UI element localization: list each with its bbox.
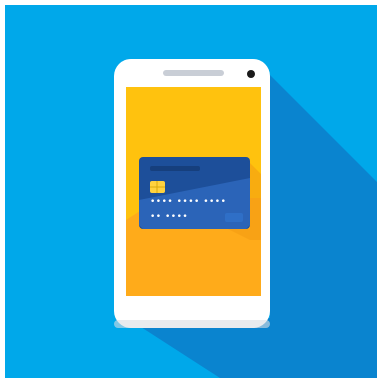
front-camera-icon	[247, 70, 255, 78]
speaker-grille-icon	[163, 70, 224, 76]
credit-card: •••• •••• •••• •• ••••	[139, 157, 250, 229]
phone-bottom-edge	[114, 320, 270, 328]
card-stripe	[150, 166, 200, 171]
card-logo-badge	[225, 213, 243, 222]
card-number: •••• •••• ••••	[150, 197, 226, 207]
illustration-canvas: •••• •••• •••• •• ••••	[0, 0, 382, 383]
card-expiry: •• ••••	[150, 212, 188, 222]
